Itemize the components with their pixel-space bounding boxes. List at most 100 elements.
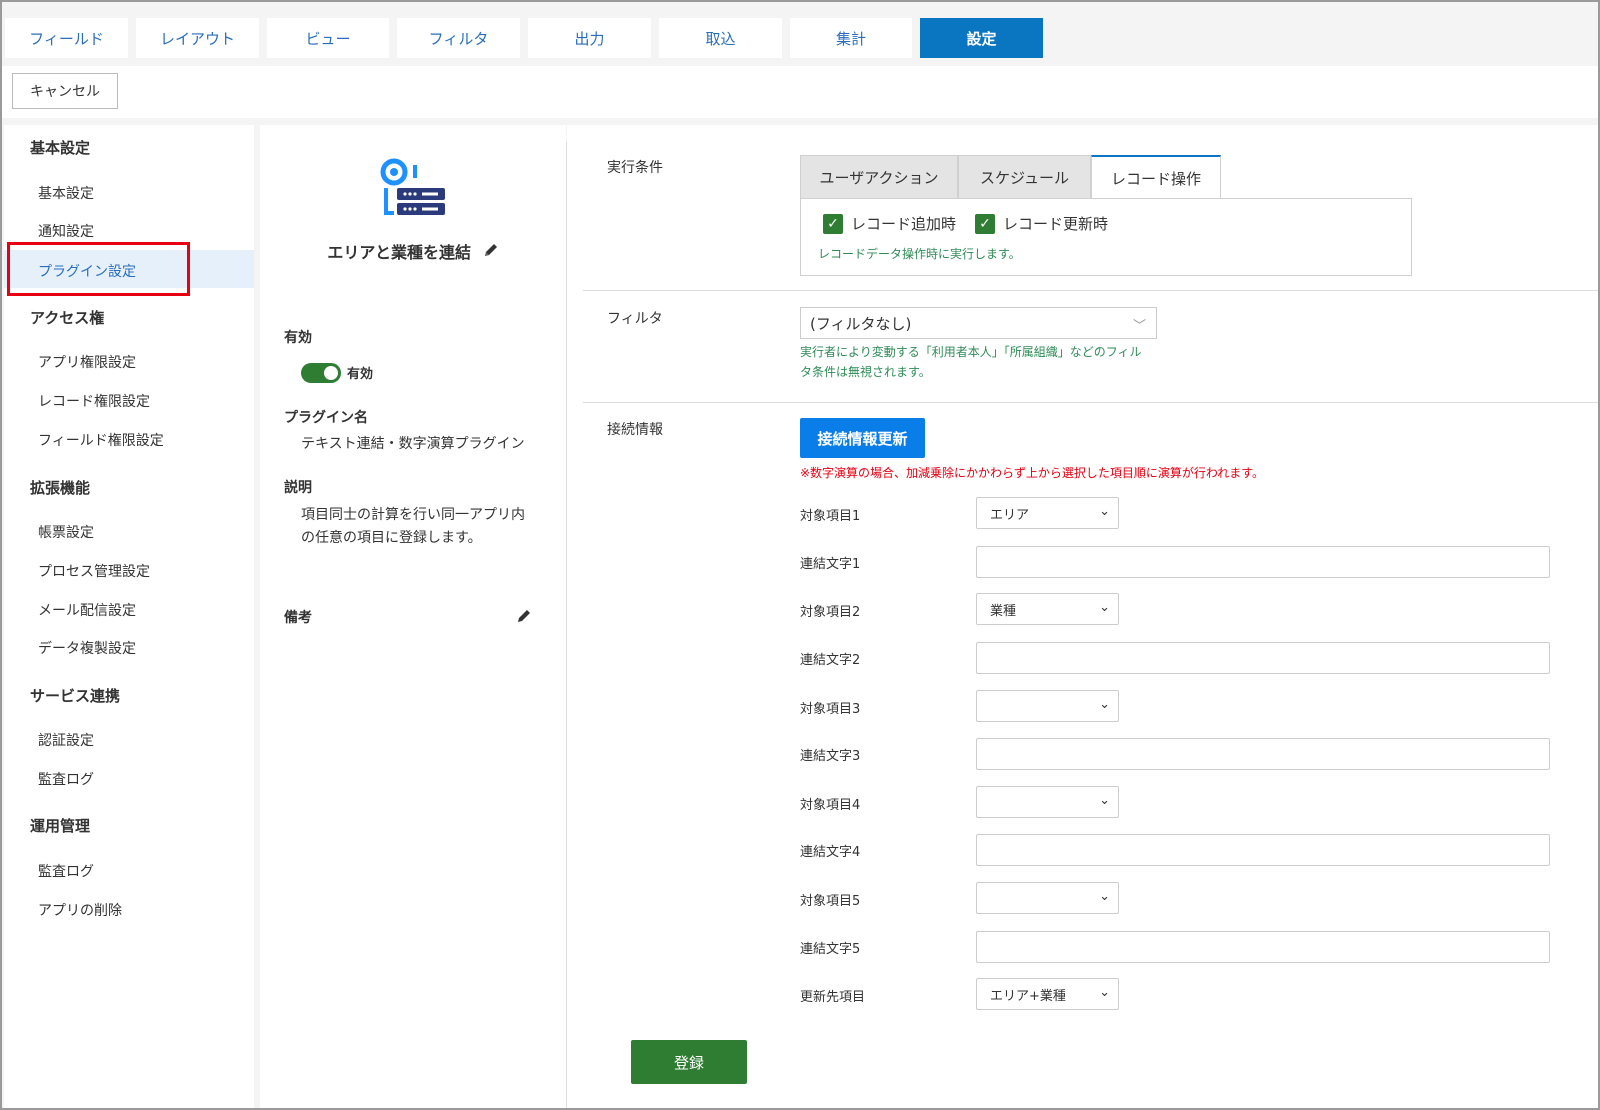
calculation-order-warning: ※数字演算の場合、加減乗除にかかわらず上から選択した項目順に演算が行われます。 [800,466,1265,480]
execution-condition-label: 実行条件 [607,160,663,176]
tab-settings[interactable]: 設定 [920,18,1043,58]
target-item-4-select[interactable]: ⌄ [976,786,1119,818]
tab-layout[interactable]: レイアウト [136,18,259,58]
update-target-select[interactable]: エリア+業種 ⌄ [976,978,1119,1010]
target-item-1-select[interactable]: エリア ⌄ [976,497,1119,529]
description-line-2: の任意の項目に登録します。 [301,530,482,546]
chevron-down-icon: ⌄ [1099,889,1110,904]
top-tab-bar: フィールド レイアウト ビュー フィルタ 出力 取込 集計 設定 [2,2,1598,66]
checkbox-record-add[interactable]: ✓ レコード追加時 [823,213,956,234]
sidebar-item-plugin-settings[interactable]: プラグイン設定 [38,261,136,281]
plugin-title-text: エリアと業種を連結 [327,243,472,262]
target-item-3-select[interactable]: ⌄ [976,690,1119,722]
join-char-5-label: 連結文字5 [800,942,861,957]
sidebar-item-field-permissions[interactable]: フィールド権限設定 [38,430,164,450]
sidebar-item-audit-log-operations[interactable]: 監査ログ [38,861,94,881]
description-label: 説明 [284,480,312,496]
sidebar-item-data-copy-settings[interactable]: データ複製設定 [38,638,136,658]
sidebar-heading-operations: 運用管理 [30,817,91,835]
join-char-2-label: 連結文字2 [800,653,861,668]
sidebar-item-report-settings[interactable]: 帳票設定 [38,522,94,542]
sidebar-item-basic-settings[interactable]: 基本設定 [38,183,94,203]
checkbox-record-update-label: レコード更新時 [1003,215,1109,233]
chevron-down-icon: ﹀ [1132,319,1146,334]
record-operation-panel: ✓ レコード追加時 ✓ レコード更新時 レコードデータ操作時に実行します。 [800,198,1412,276]
sidebar-item-record-permissions[interactable]: レコード権限設定 [38,391,150,411]
tab-import[interactable]: 取込 [659,18,782,58]
tab-view[interactable]: ビュー [267,18,389,58]
tab-record-operation[interactable]: レコード操作 [1091,155,1221,199]
join-char-4-input[interactable] [976,834,1550,866]
target-item-2-value: 業種 [990,603,1017,619]
sidebar-heading-services: サービス連携 [30,687,121,705]
update-target-value: エリア+業種 [990,988,1066,1004]
tab-field[interactable]: フィールド [5,18,128,58]
target-item-1-value: エリア [990,507,1030,523]
settings-sidebar: 基本設定 基本設定 通知設定 プラグイン設定 アクセス権 アプリ権限設定 レコー… [4,125,254,1108]
chevron-down-icon: ⌄ [1099,697,1110,712]
join-char-1-label: 連結文字1 [800,557,861,572]
enabled-toggle[interactable] [301,363,341,383]
target-item-4-label: 対象項目4 [800,798,861,813]
target-item-5-select[interactable]: ⌄ [976,882,1119,914]
tab-schedule[interactable]: スケジュール [958,155,1091,199]
sidebar-heading-basic: 基本設定 [30,139,91,157]
cancel-button[interactable]: キャンセル [12,73,118,109]
join-char-1-input[interactable] [976,546,1550,578]
section-divider [583,290,1598,291]
join-char-3-input[interactable] [976,738,1550,770]
record-operation-note: レコードデータ操作時に実行します。 [818,247,1021,261]
join-char-2-input[interactable] [976,642,1550,674]
chevron-down-icon: ⌄ [1099,504,1110,519]
enabled-label: 有効 [284,330,312,346]
sidebar-item-app-permissions[interactable]: アプリ権限設定 [38,352,136,372]
sidebar-heading-extensions: 拡張機能 [30,479,91,497]
target-item-3-label: 対象項目3 [800,702,861,717]
tab-user-action[interactable]: ユーザアクション [800,155,958,199]
sidebar-item-delete-app[interactable]: アプリの削除 [38,900,122,920]
join-char-4-label: 連結文字4 [800,845,861,860]
plugin-info-panel: エリアと業種を連結 有効 有効 プラグイン名 テキスト連結・数字演算プラグイン … [260,125,566,1108]
plugin-server-icon [380,158,445,215]
update-target-label: 更新先項目 [800,990,866,1005]
sidebar-item-auth-settings[interactable]: 認証設定 [38,730,94,750]
notes-edit-pencil-icon[interactable] [516,608,532,628]
target-item-2-select[interactable]: 業種 ⌄ [976,593,1119,625]
filter-select[interactable]: (フィルタなし) ﹀ [800,307,1157,339]
join-char-5-input[interactable] [976,931,1550,963]
target-item-2-label: 対象項目2 [800,605,861,620]
register-button[interactable]: 登録 [631,1040,747,1084]
toolbar: キャンセル [2,66,1598,118]
edit-pencil-icon[interactable] [483,242,499,262]
sidebar-item-process-settings[interactable]: プロセス管理設定 [38,561,150,581]
checkbox-checked-icon: ✓ [823,213,843,234]
target-item-5-label: 対象項目5 [800,894,861,909]
tab-aggregate[interactable]: 集計 [790,18,912,58]
tab-filter[interactable]: フィルタ [397,18,520,58]
join-char-3-label: 連結文字3 [800,749,861,764]
section-divider [583,402,1598,403]
filter-note-line-2: タ条件は無視されます。 [800,365,931,379]
sidebar-item-notification-settings[interactable]: 通知設定 [38,221,94,241]
chevron-down-icon: ⌄ [1099,600,1110,615]
sidebar-item-audit-log-services[interactable]: 監査ログ [38,769,94,789]
enabled-toggle-label: 有効 [347,367,374,382]
plugin-settings-form: 実行条件 ユーザアクション スケジュール レコード操作 ✓ レコード追加時 ✓ … [567,125,1598,1108]
filter-label: フィルタ [607,311,663,327]
update-connection-button[interactable]: 接続情報更新 [800,418,925,458]
checkbox-record-add-label: レコード追加時 [851,215,957,233]
chevron-down-icon: ⌄ [1099,985,1110,1000]
app-frame: フィールド レイアウト ビュー フィルタ 出力 取込 集計 設定 キャンセル 基… [0,0,1600,1110]
checkbox-record-update[interactable]: ✓ レコード更新時 [975,213,1108,234]
plugin-name-value: テキスト連結・数字演算プラグイン [301,436,525,452]
notes-label: 備考 [284,610,312,626]
target-item-1-label: 対象項目1 [800,509,861,524]
filter-note-line-1: 実行者により変動する「利用者本人」「所属組織」などのフィル [800,345,1142,359]
connection-info-label: 接続情報 [607,422,663,438]
sidebar-item-mail-settings[interactable]: メール配信設定 [38,600,136,620]
tab-output[interactable]: 出力 [528,18,651,58]
chevron-down-icon: ⌄ [1099,793,1110,808]
plugin-title: エリアと業種を連結 [260,239,566,263]
condition-tabs: ユーザアクション スケジュール レコード操作 [800,155,1221,199]
sidebar-heading-access: アクセス権 [30,309,105,327]
